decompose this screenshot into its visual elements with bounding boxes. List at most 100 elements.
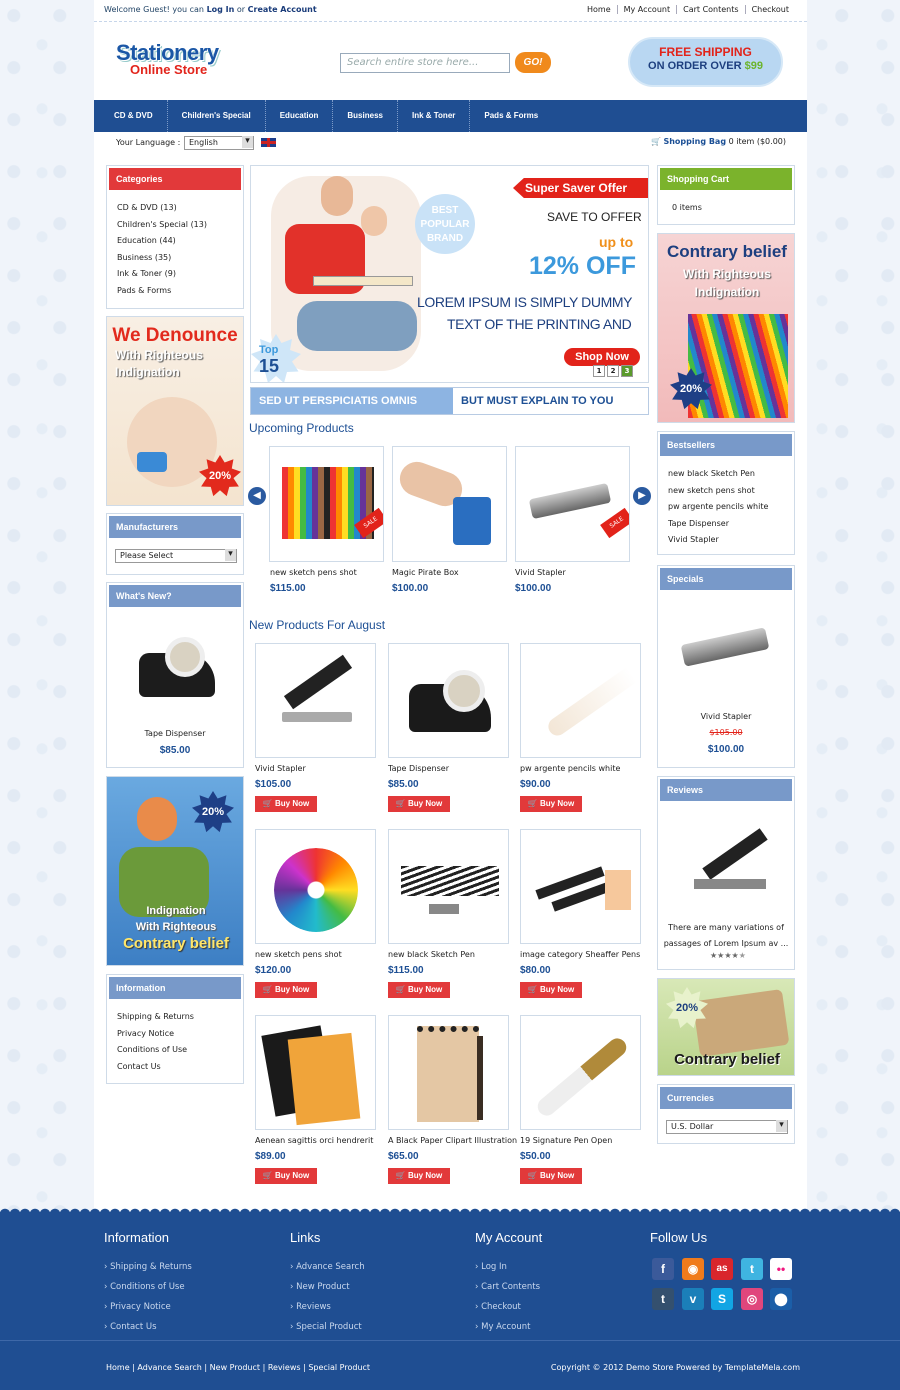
nav-item-childrens-special[interactable]: Children's Special (168, 100, 266, 132)
promo-banner-denounce[interactable]: We Denounce With Righteous Indignation 2… (106, 316, 244, 506)
specials-name[interactable]: Vivid Stapler (658, 712, 794, 721)
stapler-image[interactable] (680, 627, 770, 667)
bestseller-item[interactable]: Vivid Stapler (668, 532, 768, 549)
tumblr-icon[interactable]: t (652, 1288, 674, 1310)
footer-link[interactable]: Advance Search (290, 1257, 365, 1277)
footer-link[interactable]: Checkout (475, 1297, 542, 1317)
promo-banner-contrary-belief[interactable]: Contrary belief With Righteous Indignati… (657, 233, 795, 423)
vimeo-icon[interactable]: v (682, 1288, 704, 1310)
product-name[interactable]: Tape Dispenser (388, 764, 449, 773)
nav-item-pads-forms[interactable]: Pads & Forms (470, 100, 552, 132)
bestseller-item[interactable]: pw argente pencils white (668, 499, 768, 516)
category-item[interactable]: Children's Special (13) (117, 217, 207, 234)
top-link-checkout[interactable]: Checkout (744, 5, 795, 14)
buy-now-button[interactable]: 🛒 Buy Now (520, 1168, 582, 1184)
category-item[interactable]: Business (35) (117, 250, 207, 267)
top-link-cart-contents[interactable]: Cart Contents (676, 5, 744, 14)
buy-now-button[interactable]: 🛒 Buy Now (255, 796, 317, 812)
top-link-home[interactable]: Home (581, 5, 617, 14)
footer-bottom-link-special-product[interactable]: Special Product (308, 1363, 370, 1372)
information-item[interactable]: Privacy Notice (117, 1026, 194, 1043)
bestseller-item[interactable]: new black Sketch Pen (668, 466, 768, 483)
shopping-bag-summary[interactable]: 🛒 Shopping Bag 0 item ($0.00) (651, 137, 786, 146)
category-item[interactable]: Ink & Toner (9) (117, 266, 207, 283)
dribbble-icon[interactable]: ◎ (741, 1288, 763, 1310)
banner-page-2[interactable]: 2 (607, 365, 619, 377)
product-name[interactable]: 19 Signature Pen Open (520, 1136, 612, 1145)
footer-bottom-link-reviews[interactable]: Reviews (268, 1363, 301, 1372)
store-logo[interactable]: Stationery Online Store (116, 40, 236, 86)
top-link-my-account[interactable]: My Account (616, 5, 676, 14)
buy-now-button[interactable]: 🛒 Buy Now (520, 796, 582, 812)
buy-now-button[interactable]: 🛒 Buy Now (255, 982, 317, 998)
information-item[interactable]: Contact Us (117, 1059, 194, 1076)
product-card[interactable] (520, 829, 641, 944)
uk-flag-icon[interactable] (260, 137, 277, 148)
information-item[interactable]: Shipping & Returns (117, 1009, 194, 1026)
product-card[interactable] (388, 643, 509, 758)
product-name[interactable]: new black Sketch Pen (388, 950, 475, 959)
language-select[interactable]: English (184, 136, 254, 150)
product-card[interactable] (520, 1015, 641, 1130)
nav-item-education[interactable]: Education (266, 100, 334, 132)
banner-page-3[interactable]: 3 (621, 365, 633, 377)
product-name[interactable]: Aenean sagittis orci hendrerit (255, 1136, 373, 1145)
information-item[interactable]: Conditions of Use (117, 1042, 194, 1059)
rss-icon[interactable]: ◉ (682, 1258, 704, 1280)
buy-now-button[interactable]: 🛒 Buy Now (388, 1168, 450, 1184)
carousel-prev-arrow[interactable]: ◀ (248, 487, 266, 505)
upcoming-name[interactable]: Vivid Stapler (515, 568, 566, 577)
flickr-icon[interactable]: •• (770, 1258, 792, 1280)
footer-bottom-link-new-product[interactable]: New Product (210, 1363, 260, 1372)
skype-icon[interactable]: S (711, 1288, 733, 1310)
footer-link[interactable]: Privacy Notice (104, 1297, 192, 1317)
shop-now-button[interactable]: Shop Now (564, 348, 640, 366)
product-name[interactable]: A Black Paper Clipart Illustration (388, 1136, 517, 1145)
product-card[interactable] (388, 1015, 509, 1130)
footer-link[interactable]: Reviews (290, 1297, 365, 1317)
login-link[interactable]: Log In (207, 5, 235, 14)
category-item[interactable]: CD & DVD (13) (117, 200, 207, 217)
product-name[interactable]: new sketch pens shot (255, 950, 342, 959)
product-card[interactable] (520, 643, 641, 758)
nav-item-ink-toner[interactable]: Ink & Toner (398, 100, 471, 132)
manufacturers-select[interactable]: Please Select (115, 549, 237, 563)
footer-link[interactable]: My Account (475, 1317, 542, 1337)
product-name[interactable]: pw argente pencils white (520, 764, 620, 773)
promo-banner-book[interactable]: 20% Contrary belief (657, 978, 795, 1076)
footer-bottom-link-advance-search[interactable]: Advance Search (137, 1363, 201, 1372)
buy-now-button[interactable]: 🛒 Buy Now (388, 982, 450, 998)
footer-link[interactable]: Contact Us (104, 1317, 192, 1337)
create-account-link[interactable]: Create Account (248, 5, 317, 14)
upcoming-name[interactable]: new sketch pens shot (270, 568, 357, 577)
hero-banner[interactable]: BEST POPULAR BRAND Super Saver Offer SAVE … (250, 165, 649, 383)
facebook-icon[interactable]: f (652, 1258, 674, 1280)
product-card[interactable] (255, 1015, 376, 1130)
footer-link[interactable]: Cart Contents (475, 1277, 542, 1297)
product-name[interactable]: Vivid Stapler (255, 764, 306, 773)
upcoming-product-card[interactable]: SALE (269, 446, 384, 562)
twitter-icon[interactable]: t (741, 1258, 763, 1280)
product-name[interactable]: image category Sheaffer Pens (520, 950, 640, 959)
banner-page-1[interactable]: 1 (593, 365, 605, 377)
buy-now-button[interactable]: 🛒 Buy Now (520, 982, 582, 998)
lastfm-icon[interactable]: as (711, 1258, 733, 1280)
promo-banner-indignation[interactable]: 20% Indignation With Righteous Contrary … (106, 776, 244, 966)
whats-new-name[interactable]: Tape Dispenser (107, 729, 243, 738)
footer-link[interactable]: Special Product (290, 1317, 365, 1337)
upcoming-name[interactable]: Magic Pirate Box (392, 568, 459, 577)
bestseller-item[interactable]: Tape Dispenser (668, 516, 768, 533)
map-pin-icon[interactable]: ⬤ (770, 1288, 792, 1310)
upcoming-product-card[interactable]: SALE (515, 446, 630, 562)
nav-item-cd-dvd[interactable]: CD & DVD (100, 100, 168, 132)
product-card[interactable] (388, 829, 509, 944)
buy-now-button[interactable]: 🛒 Buy Now (255, 1168, 317, 1184)
footer-link[interactable]: New Product (290, 1277, 365, 1297)
product-card[interactable] (255, 643, 376, 758)
bestseller-item[interactable]: new sketch pens shot (668, 483, 768, 500)
footer-link[interactable]: Conditions of Use (104, 1277, 192, 1297)
category-item[interactable]: Pads & Forms (117, 283, 207, 300)
product-card[interactable] (255, 829, 376, 944)
category-item[interactable]: Education (44) (117, 233, 207, 250)
currencies-select[interactable]: U.S. Dollar (666, 1120, 788, 1134)
